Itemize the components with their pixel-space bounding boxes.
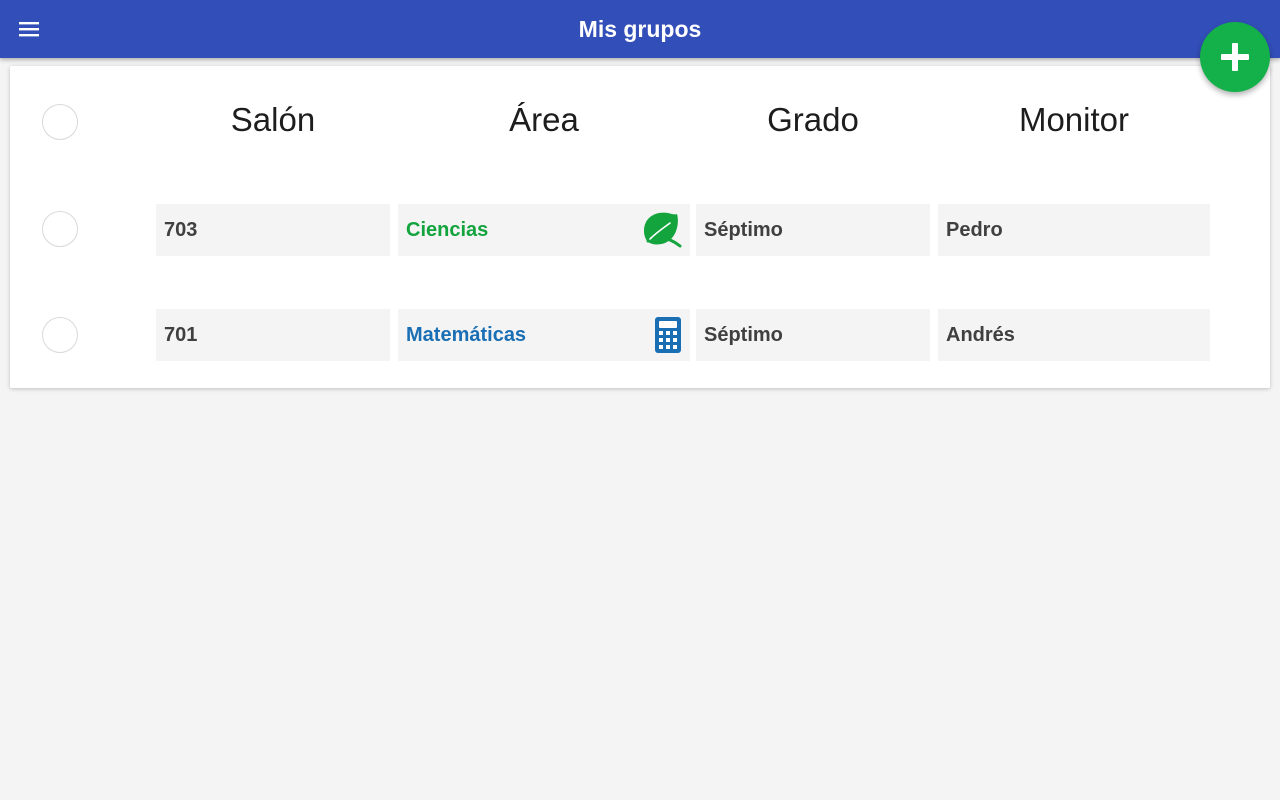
- groups-table: Salón Área Grado Monitor 703 Ciencias Sé…: [10, 66, 1270, 388]
- table-cell-monitor[interactable]: Andrés: [938, 309, 1210, 361]
- table-cell-salon[interactable]: 701: [156, 309, 390, 361]
- table-cell-salon[interactable]: 703: [156, 204, 390, 256]
- table-cell-monitor[interactable]: Pedro: [938, 204, 1210, 256]
- header-grado: Grado: [767, 101, 859, 138]
- header-salon: Salón: [230, 101, 316, 138]
- select-all-radio[interactable]: [42, 104, 78, 140]
- header-area: Área: [509, 101, 579, 138]
- page-title: Mis grupos: [578, 16, 702, 42]
- app-bar: Mis grupos: [0, 0, 1280, 58]
- plus-icon: [1221, 43, 1249, 71]
- table-cell-grado[interactable]: Séptimo: [696, 309, 930, 361]
- table-cell-area[interactable]: Ciencias: [398, 204, 690, 256]
- table-cell-area[interactable]: Matemáticas: [398, 309, 690, 361]
- area-label: Ciencias: [406, 218, 489, 241]
- table-cell-grado[interactable]: Séptimo: [696, 204, 930, 256]
- area-label: Matemáticas: [406, 323, 527, 346]
- calculator-icon: [654, 316, 682, 354]
- add-group-button[interactable]: [1200, 22, 1270, 92]
- header-monitor: Monitor: [1018, 101, 1130, 138]
- leaf-icon: [642, 211, 682, 249]
- row-radio[interactable]: [42, 317, 78, 353]
- row-radio[interactable]: [42, 211, 78, 247]
